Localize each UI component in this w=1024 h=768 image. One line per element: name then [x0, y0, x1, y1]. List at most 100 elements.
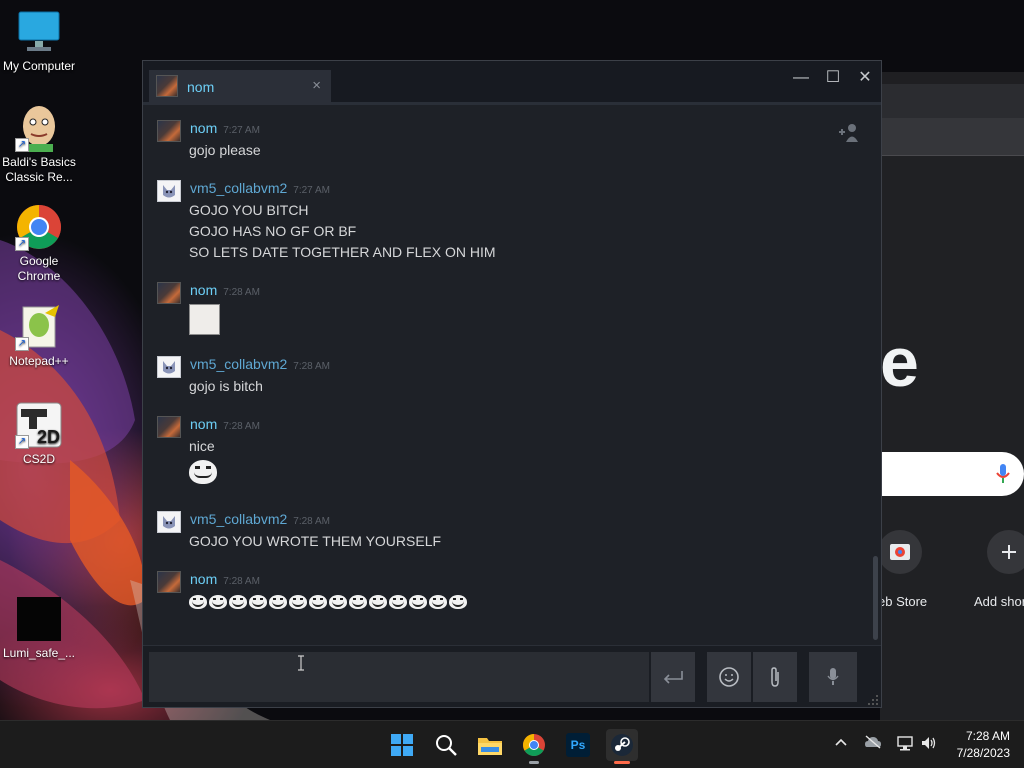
author-name[interactable]: nom	[190, 120, 217, 136]
message-text: GOJO YOU BITCH	[189, 202, 309, 218]
message-author[interactable]: vm5_collabvm2 7:28 AM	[190, 511, 330, 530]
notepad-plus-plus-icon: ↗	[15, 303, 63, 351]
avatar[interactable]	[157, 571, 181, 593]
trollface-emoticon	[249, 595, 267, 610]
enter-arrow-icon	[663, 671, 683, 684]
desktop-icon-cs2d[interactable]: 2D ↗ CS2D	[0, 401, 78, 467]
close-tab-icon[interactable]: ×	[312, 77, 321, 94]
trollface-emoticon	[429, 595, 447, 610]
onedrive-offline-icon[interactable]	[864, 735, 882, 752]
message-timestamp: 7:27 AM	[223, 125, 260, 136]
taskbar-steam[interactable]	[606, 729, 638, 764]
message-timestamp: 7:28 AM	[223, 421, 260, 432]
shortcut-arrow-icon: ↗	[15, 138, 29, 152]
author-name[interactable]: nom	[190, 571, 217, 587]
emoticon-button[interactable]	[707, 652, 751, 702]
volume-icon[interactable]	[920, 735, 938, 754]
image-attachment[interactable]	[189, 304, 220, 335]
message-author[interactable]: vm5_collabvm2 7:28 AM	[190, 356, 330, 375]
desktop-icon-my-computer[interactable]: My Computer	[0, 8, 78, 74]
desktop-icon-lumi[interactable]: Lumi_safe_...	[0, 595, 78, 661]
close-window-button[interactable]: ✕	[853, 67, 877, 89]
desktop-icon-chrome[interactable]: ↗ Google Chrome	[0, 203, 78, 284]
author-name[interactable]: nom	[190, 282, 217, 298]
paperclip-icon	[771, 667, 779, 687]
taskbar-file-explorer[interactable]	[474, 729, 506, 761]
mic-icon[interactable]	[996, 464, 1010, 484]
author-name[interactable]: vm5_collabvm2	[190, 180, 287, 196]
trollface-emoticon	[189, 460, 217, 484]
message-scrollbar[interactable]	[873, 108, 878, 645]
voice-button[interactable]	[809, 652, 857, 702]
desktop-icon-notepadpp[interactable]: ↗ Notepad++	[0, 303, 78, 369]
avatar[interactable]	[157, 511, 181, 533]
browser-tab[interactable]	[880, 84, 1024, 118]
message-text: nice	[189, 438, 215, 454]
desktop-icon-baldi[interactable]: ↗ Baldi's Basics Classic Re...	[0, 104, 78, 185]
message-composer	[143, 645, 881, 707]
message-timestamp: 7:28 AM	[223, 576, 260, 587]
text-cursor-icon	[297, 655, 305, 671]
trollface-emoticon	[409, 595, 427, 610]
author-name[interactable]: vm5_collabvm2	[190, 511, 287, 527]
attach-button[interactable]	[753, 652, 797, 702]
add-friend-icon[interactable]	[837, 122, 861, 142]
taskbar-chrome[interactable]	[518, 729, 550, 764]
avatar[interactable]	[157, 180, 181, 202]
windows-icon	[391, 734, 413, 756]
author-name[interactable]: vm5_collabvm2	[190, 356, 287, 372]
avatar[interactable]	[157, 282, 181, 304]
shortcut-web-store[interactable]	[878, 530, 922, 574]
message-body: nice	[189, 436, 219, 484]
message-author[interactable]: vm5_collabvm2 7:27 AM	[190, 180, 330, 199]
message-author[interactable]: nom 7:28 AM	[190, 416, 260, 435]
browser-toolbar	[880, 118, 1024, 156]
shortcut-web-store-label: eb Store	[878, 594, 928, 609]
avatar[interactable]	[157, 120, 181, 142]
message-author[interactable]: nom 7:28 AM	[190, 571, 260, 590]
black-file-icon	[15, 595, 63, 643]
scrollbar-thumb[interactable]	[873, 556, 878, 640]
send-button[interactable]	[651, 652, 695, 702]
system-clock[interactable]: 7:28 AM 7/28/2023	[957, 728, 1010, 762]
search-button[interactable]	[430, 729, 462, 761]
message-timestamp: 7:28 AM	[293, 361, 330, 372]
trollface-emoticon	[449, 595, 467, 610]
message-body: GOJO YOU WROTE THEM YOURSELF	[189, 531, 441, 552]
shortcut-add[interactable]	[987, 530, 1024, 574]
desktop-icon-label: Google Chrome	[17, 254, 61, 283]
google-search-bar[interactable]	[880, 452, 1024, 496]
minimize-button[interactable]: —	[789, 67, 813, 89]
microphone-icon	[827, 668, 839, 685]
author-name[interactable]: nom	[190, 416, 217, 432]
trollface-emoticon	[389, 595, 407, 610]
avatar	[156, 75, 178, 97]
steam-chat-window[interactable]: nom × — ☐ ✕ nom 7:27 AM gojo please vm5_c…	[142, 60, 882, 708]
message-author[interactable]: nom 7:28 AM	[190, 282, 260, 301]
chat-message-input[interactable]	[149, 652, 649, 702]
message-timestamp: 7:28 AM	[223, 287, 260, 298]
chat-titlebar[interactable]: nom × — ☐ ✕	[143, 61, 881, 105]
message-body: GOJO YOU BITCH GOJO HAS NO GF OR BF SO L…	[189, 200, 496, 263]
trollface-emoticon	[289, 595, 307, 610]
message-body: gojo please	[189, 140, 261, 161]
background-browser-window[interactable]: e eb Store Add shor	[878, 72, 1024, 720]
start-button[interactable]	[386, 729, 418, 761]
taskbar-photoshop[interactable]: Ps	[562, 729, 594, 761]
shortcut-arrow-icon: ↗	[15, 237, 29, 251]
network-icon[interactable]	[896, 735, 914, 754]
trollface-emoticon	[309, 595, 327, 610]
avatar[interactable]	[157, 356, 181, 378]
message-list[interactable]: nom 7:27 AM gojo please vm5_collabvm2 7:27…	[143, 108, 881, 645]
message-author[interactable]: nom 7:27 AM	[190, 120, 260, 139]
message-body: gojo is bitch	[189, 376, 263, 397]
chat-tab-nom[interactable]: nom ×	[149, 70, 331, 105]
shortcut-arrow-icon: ↗	[15, 435, 29, 449]
desktop-icon-label: CS2D	[22, 452, 55, 466]
resize-grip[interactable]	[867, 693, 879, 705]
tray-overflow-chevron-icon[interactable]	[834, 735, 848, 752]
desktop-icon-label: Baldi's Basics Classic Re...	[2, 155, 76, 184]
avatar[interactable]	[157, 416, 181, 438]
maximize-button[interactable]: ☐	[821, 67, 845, 89]
message-timestamp: 7:28 AM	[293, 516, 330, 527]
